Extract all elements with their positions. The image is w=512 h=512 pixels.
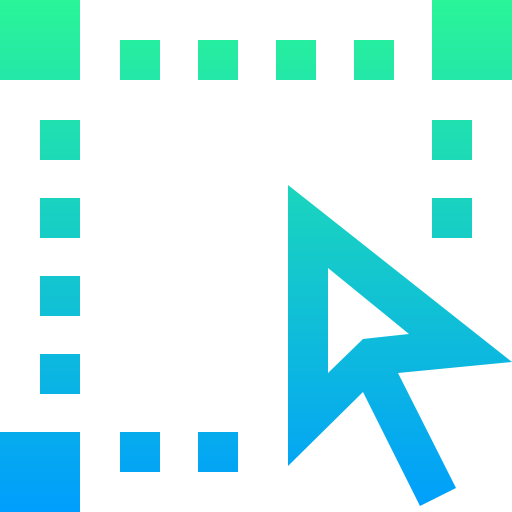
cursor-arrow-icon — [288, 185, 512, 506]
dash-top-2 — [198, 40, 238, 80]
dash-left-2 — [40, 198, 80, 238]
dash-left-4 — [40, 354, 80, 394]
icon-canvas — [0, 0, 512, 512]
dash-bottom-2 — [198, 432, 238, 472]
dash-left-3 — [40, 276, 80, 316]
dash-right-2 — [432, 198, 472, 238]
dash-left-1 — [40, 120, 80, 160]
dash-bottom-1 — [120, 432, 160, 472]
corner-handle-top-right — [432, 0, 512, 80]
selection-marquee — [0, 0, 512, 512]
corner-handle-bottom-left — [0, 432, 80, 512]
dash-right-1 — [432, 120, 472, 160]
corner-handle-top-left — [0, 0, 80, 80]
dash-top-3 — [276, 40, 316, 80]
area-selection-cursor-icon — [0, 0, 512, 512]
dash-top-4 — [354, 40, 394, 80]
dash-top-1 — [120, 40, 160, 80]
